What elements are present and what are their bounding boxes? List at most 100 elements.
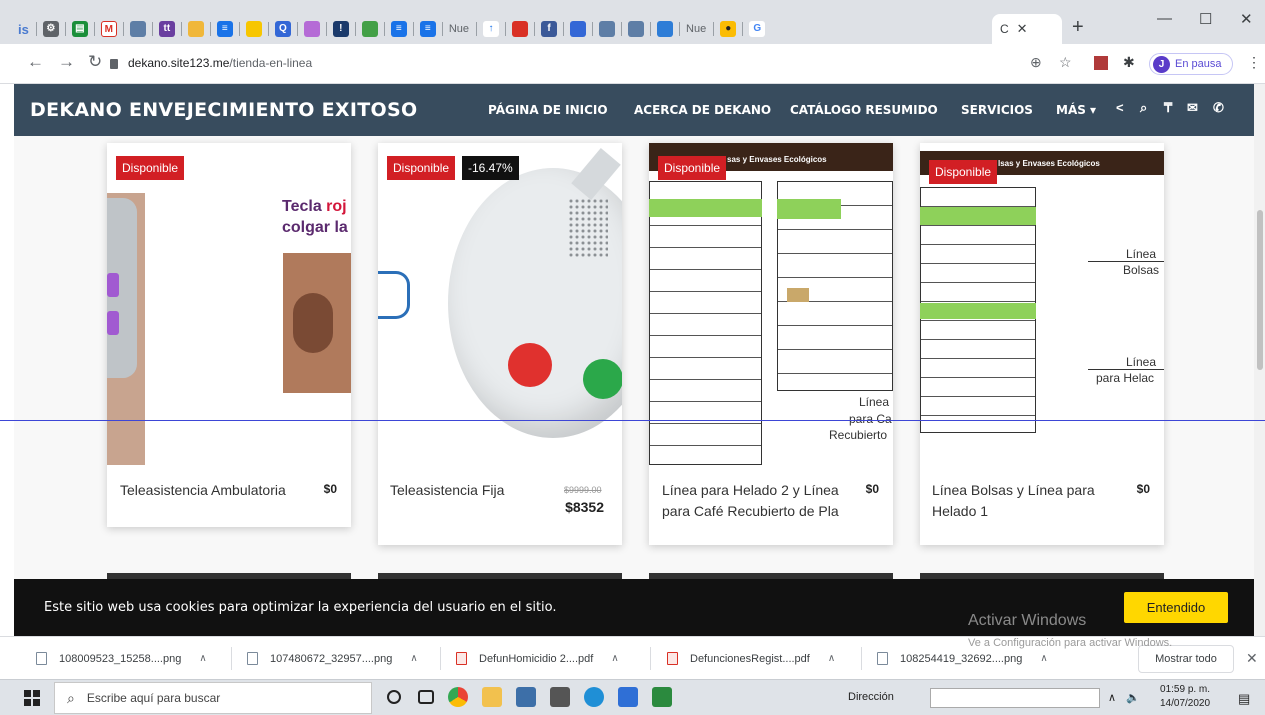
reload-icon[interactable]: ↻: [88, 52, 102, 72]
image-label: Línea: [1126, 355, 1157, 369]
task-view-icon[interactable]: [418, 690, 434, 704]
search-icon[interactable]: ⌕: [1140, 100, 1147, 116]
tab-favicon-icon[interactable]: [570, 21, 587, 37]
tab-favicon-icon[interactable]: [512, 21, 529, 37]
cart-icon[interactable]: ₸: [1164, 100, 1172, 116]
download-filename: 107480672_32957....png: [270, 652, 393, 665]
bookmark-star-icon[interactable]: ☆: [1059, 54, 1072, 71]
system-clock[interactable]: 01:59 p. m. 14/07/2020: [1160, 683, 1210, 711]
gmail-icon[interactable]: M: [100, 21, 117, 37]
chevron-up-icon[interactable]: ∧: [199, 653, 206, 664]
tab-favicon-icon[interactable]: [303, 21, 320, 37]
tab-favicon-icon[interactable]: [129, 21, 146, 37]
active-tab[interactable]: C ✕: [992, 14, 1062, 44]
download-item[interactable]: DefuncionesRegist....pdf ∧: [667, 637, 835, 680]
app-icon[interactable]: [618, 687, 638, 707]
app-icon[interactable]: [516, 687, 536, 707]
notifications-icon[interactable]: ▤: [1238, 691, 1250, 707]
product-title[interactable]: Línea Bolsas y Línea para: [932, 480, 1095, 501]
tab-favicon-icon[interactable]: ↑: [483, 21, 500, 37]
tab-favicon-icon[interactable]: [187, 21, 204, 37]
windows-start-icon[interactable]: [24, 690, 40, 706]
minimize-icon[interactable]: —: [1157, 10, 1172, 27]
volume-icon[interactable]: 🔈: [1126, 691, 1140, 704]
menu-servicios[interactable]: SERVICIOS: [961, 103, 1033, 117]
forward-icon[interactable]: →: [58, 52, 75, 72]
download-item[interactable]: 108009523_15258....png ∧: [36, 637, 207, 680]
tab-favicon-icon[interactable]: ≡: [390, 21, 407, 37]
chevron-up-icon[interactable]: ∧: [1040, 653, 1047, 664]
tab-favicon-icon[interactable]: tt: [158, 21, 175, 37]
close-window-icon[interactable]: ✕: [1240, 10, 1253, 28]
calculator-icon[interactable]: [550, 687, 570, 707]
old-price: $9999.00: [564, 485, 602, 495]
product-title[interactable]: Helado 1: [932, 501, 988, 522]
tab-favicon-icon[interactable]: ●: [720, 21, 737, 37]
taskbar-search-input[interactable]: ⌕ Escribe aquí para buscar: [54, 682, 372, 714]
back-icon[interactable]: ←: [27, 52, 44, 72]
tab-favicon-icon[interactable]: ▤: [71, 21, 88, 37]
tab-label[interactable]: Nue: [449, 23, 469, 35]
tab-favicon-icon[interactable]: f: [541, 21, 558, 37]
tab-favicon-icon[interactable]: ≡: [419, 21, 436, 37]
product-card-bolsas-helado1[interactable]: lsas y Envases Ecológicos Línea Bolsas L…: [920, 143, 1164, 545]
install-icon[interactable]: ⊕: [1030, 54, 1042, 71]
scrollbar-thumb[interactable]: [1257, 210, 1263, 370]
tab-favicon-icon[interactable]: [628, 21, 645, 37]
menu-catalogo[interactable]: CATÁLOGO RESUMIDO: [790, 103, 938, 117]
chevron-up-icon[interactable]: ∧: [828, 653, 835, 664]
extensions-puzzle-icon[interactable]: ✱: [1123, 54, 1135, 71]
chevron-up-icon[interactable]: ∧: [1108, 691, 1116, 704]
url-host: dekano.site123.me: [128, 56, 230, 70]
site-navbar: DEKANO ENVEJECIMIENTO EXITOSO PÁGINA DE …: [14, 84, 1254, 136]
site-brand[interactable]: DEKANO ENVEJECIMIENTO EXITOSO: [30, 99, 417, 121]
search-icon: ⌕: [67, 689, 75, 706]
cortana-icon[interactable]: [387, 690, 401, 704]
profile-button[interactable]: J En pausa: [1149, 53, 1233, 75]
menu-acerca[interactable]: ACERCA DE DEKANO: [634, 103, 771, 117]
close-tab-icon[interactable]: ✕: [1017, 21, 1028, 37]
accept-cookies-button[interactable]: Entendido: [1124, 592, 1228, 623]
phone-icon[interactable]: ✆: [1213, 100, 1224, 116]
pdf-file-icon: [667, 652, 678, 665]
edge-icon[interactable]: [584, 687, 604, 707]
download-item[interactable]: 107480672_32957....png ∧: [247, 637, 418, 680]
new-tab-icon[interactable]: +: [1072, 16, 1084, 39]
url-field[interactable]: dekano.site123.me/tienda-en-linea: [110, 50, 810, 76]
product-title[interactable]: Línea para Helado 2 y Línea: [662, 480, 839, 501]
tab-favicon-icon[interactable]: [245, 21, 262, 37]
tab-favicon-icon[interactable]: [599, 21, 616, 37]
tab-favicon-icon[interactable]: [657, 21, 674, 37]
product-title[interactable]: Teleasistencia Ambulatoria: [120, 480, 286, 501]
maximize-icon[interactable]: ☐: [1199, 10, 1212, 28]
tab-favicon-icon[interactable]: !: [332, 21, 349, 37]
tab-label[interactable]: is: [18, 22, 29, 37]
app-icon[interactable]: [652, 687, 672, 707]
download-item[interactable]: DefunHomicidio 2....pdf ∧: [456, 637, 619, 680]
tab-favicon-icon[interactable]: [361, 21, 378, 37]
menu-kebab-icon[interactable]: ⋮: [1247, 54, 1261, 71]
share-icon[interactable]: <: [1116, 100, 1124, 115]
tab-favicon-icon[interactable]: ⚙: [42, 21, 59, 37]
extension-icon[interactable]: [1094, 56, 1108, 70]
product-card-fija[interactable]: Disponible -16.47% Teleasistencia Fija $…: [378, 143, 622, 545]
google-icon[interactable]: G: [749, 21, 766, 37]
product-price: $8352: [565, 499, 604, 515]
close-downloads-icon[interactable]: ✕: [1246, 650, 1258, 667]
product-card-ambulatoria[interactable]: Tecla roj colgar la Disponible Teleasist…: [107, 143, 351, 527]
address-toolbar-input[interactable]: [930, 688, 1100, 708]
show-all-downloads-button[interactable]: Mostrar todo: [1138, 645, 1234, 673]
product-title[interactable]: para Café Recubierto de Pla: [662, 501, 839, 522]
tab-favicon-icon[interactable]: Q: [274, 21, 291, 37]
file-explorer-icon[interactable]: [482, 687, 502, 707]
tab-favicon-icon[interactable]: ≡: [216, 21, 233, 37]
product-card-helado2-cafe[interactable]: sas y Envases Ecológicos Línea para Ca R…: [649, 143, 893, 545]
chevron-up-icon[interactable]: ∧: [410, 653, 417, 664]
chevron-up-icon[interactable]: ∧: [611, 653, 618, 664]
menu-mas[interactable]: MÁS ▾: [1056, 103, 1096, 117]
chrome-icon[interactable]: [448, 687, 468, 707]
menu-inicio[interactable]: PÁGINA DE INICIO: [488, 103, 608, 117]
product-title[interactable]: Teleasistencia Fija: [390, 480, 504, 501]
mail-icon[interactable]: ✉: [1187, 100, 1198, 116]
tab-label[interactable]: Nue: [686, 23, 706, 35]
